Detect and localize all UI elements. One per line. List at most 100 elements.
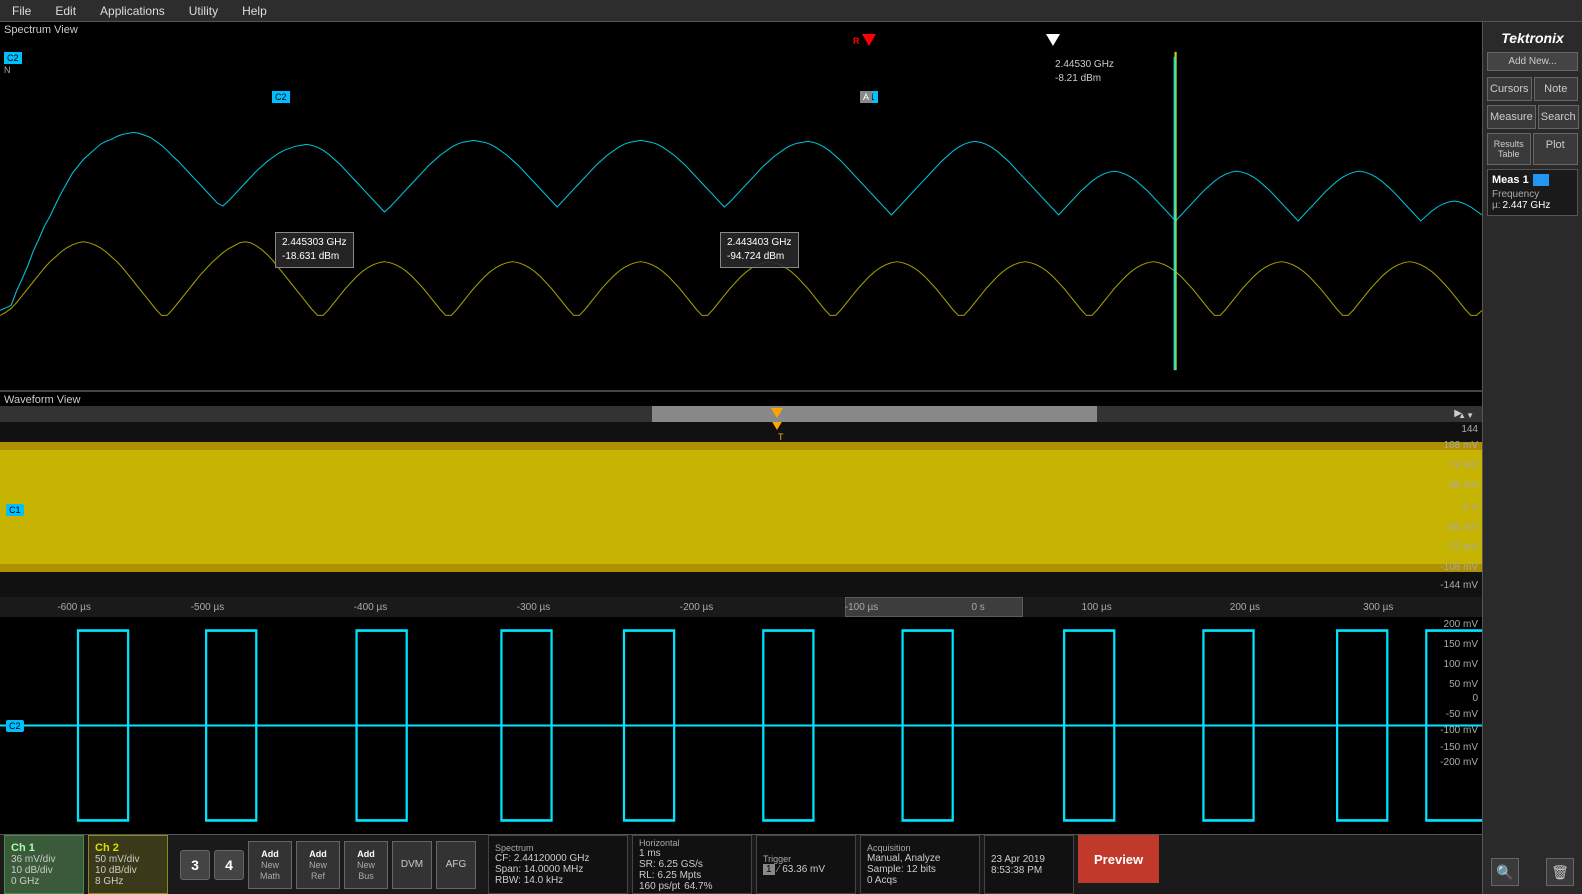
- ch1-val2: 10 dB/div: [11, 865, 77, 876]
- scroll-expand[interactable]: ▲▼: [1458, 411, 1474, 420]
- cursors-button[interactable]: Cursors: [1487, 77, 1532, 101]
- marker-R-power: -8.21 dBm: [1055, 73, 1101, 84]
- note-button[interactable]: Note: [1534, 77, 1578, 101]
- meas1-mu-label: µ:: [1492, 200, 1501, 211]
- wf-C2-channel-label: C2: [6, 720, 24, 732]
- wf-trigger-T-marker: [771, 422, 783, 430]
- num-btn-3[interactable]: 3: [180, 850, 210, 880]
- trigger-status: Trigger 1 ⁄ 63.36 mV: [756, 835, 856, 894]
- wf-upper-y5: 0 V: [1463, 502, 1478, 513]
- search-button[interactable]: Search: [1538, 105, 1579, 129]
- search-icon-btn[interactable]: 🔍: [1491, 858, 1519, 886]
- time-label-9: 300 µs: [1363, 602, 1393, 613]
- status-bar: Ch 1 36 mV/div 10 dB/div 0 GHz Ch 2 50 m…: [0, 834, 1482, 894]
- meas1-value: 2.447 GHz: [1503, 200, 1551, 211]
- wf-lower-y1: 200 mV: [1444, 619, 1478, 630]
- trash-icon: 🗑: [1551, 864, 1569, 881]
- trigger-ch-indicator: 1: [763, 864, 775, 875]
- spectrum-label: Spectrum: [495, 843, 621, 853]
- menu-help[interactable]: Help: [238, 2, 271, 20]
- waveform-view: Waveform View ▶ ▲▼ T: [0, 392, 1482, 834]
- meas1-header: Meas 1: [1492, 174, 1573, 186]
- wf-upper-panel: T C1 144 108 mV 72 mV 36 mV 0 V: [0, 422, 1482, 597]
- trigger-marker-white: [1046, 34, 1060, 46]
- scrollbar-thumb[interactable]: [652, 406, 1097, 422]
- time-label-7: 100 µs: [1082, 602, 1112, 613]
- ch2-status: Ch 2 50 mV/div 10 dB/div 8 GHz: [88, 835, 168, 894]
- wf-lower-y9: -200 mV: [1440, 757, 1478, 768]
- brand-name: Tektronix: [1487, 26, 1578, 48]
- content-area: Spectrum View -5 dBm -15 dBm -25 dBm -35…: [0, 22, 1482, 894]
- horizontal-time: 1 ms: [639, 848, 745, 859]
- ch2-val2: 10 dB/div: [95, 865, 161, 876]
- cursors-note-pair: Cursors Note: [1487, 77, 1578, 101]
- plot-button[interactable]: Plot: [1533, 133, 1579, 165]
- results-plot-pair: ResultsTable Plot: [1487, 133, 1578, 165]
- ch2-val1: 50 mV/div: [95, 854, 161, 865]
- marker-R-freq: 2.44530 GHz: [1055, 59, 1114, 70]
- spectrum-view-title: Spectrum View: [4, 24, 78, 36]
- wf-upper-y1: 144: [1461, 424, 1478, 435]
- time-label-3: -400 µs: [354, 602, 388, 613]
- wf-lower-y7: -100 mV: [1440, 725, 1478, 736]
- cursor-B-C2-label: C2: [272, 91, 290, 103]
- results-table-button[interactable]: ResultsTable: [1487, 133, 1531, 165]
- wf-lower-y3: 100 mV: [1444, 659, 1478, 670]
- wf-upper-y8: -108 mV: [1440, 562, 1478, 573]
- acquisition-sample: Sample: 12 bits: [867, 864, 973, 875]
- wf-lower-y5: 0: [1472, 693, 1478, 704]
- num-btn-4[interactable]: 4: [214, 850, 244, 880]
- waveform-scrollbar[interactable]: ▶ ▲▼: [0, 406, 1482, 422]
- scrollbar-trigger-marker: [771, 408, 783, 418]
- acquisition-mode: Manual, Analyze: [867, 853, 973, 864]
- sidebar-bottom-icons: 🔍 🗑: [1487, 854, 1578, 890]
- trash-icon-btn[interactable]: 🗑: [1546, 858, 1574, 886]
- datetime-status: 23 Apr 2019 8:53:38 PM: [984, 835, 1074, 894]
- menu-bar: File Edit Applications Utility Help: [0, 0, 1582, 22]
- acquisition-status: Acquisition Manual, Analyze Sample: 12 b…: [860, 835, 980, 894]
- wf-upper-y7: -72 mV: [1446, 542, 1478, 553]
- horizontal-label: Horizontal: [639, 838, 745, 848]
- menu-utility[interactable]: Utility: [185, 2, 222, 20]
- acquisition-label: Acquisition: [867, 843, 973, 853]
- ch1-status: Ch 1 36 mV/div 10 dB/div 0 GHz: [4, 835, 84, 894]
- wf-lower-y2: 150 mV: [1444, 639, 1478, 650]
- add-ref-btn[interactable]: Add New Ref: [296, 841, 340, 889]
- wf-timescale: -600 µs -500 µs -400 µs -300 µs -200 µs …: [0, 597, 1482, 617]
- measure-search-pair: Measure Search: [1487, 105, 1578, 129]
- cursor-A-label: A: [860, 91, 872, 103]
- add-bus-btn[interactable]: Add New Bus: [344, 841, 388, 889]
- menu-edit[interactable]: Edit: [51, 2, 80, 20]
- preview-button[interactable]: Preview: [1078, 835, 1159, 883]
- menu-applications[interactable]: Applications: [96, 2, 169, 20]
- dvm-btn[interactable]: DVM: [392, 841, 432, 889]
- wf-lower-panel: C2 200 mV 150 mV 100 mV 50 mV 0 -50 mV -…: [0, 617, 1482, 834]
- time-display: 8:53:38 PM: [991, 865, 1067, 876]
- waveform-view-title: Waveform View: [4, 394, 80, 406]
- time-label-1: -600 µs: [57, 602, 91, 613]
- measure-button[interactable]: Measure: [1487, 105, 1536, 129]
- ch1-val3: 0 GHz: [11, 876, 77, 887]
- meas1-color-indicator: [1533, 174, 1549, 186]
- horizontal-sr: SR: 6.25 GS/s: [639, 859, 745, 870]
- add-math-btn[interactable]: Add New Math: [248, 841, 292, 889]
- trigger-marker-R: [862, 34, 876, 46]
- trigger-slash: ⁄: [778, 864, 780, 875]
- wf-C1-channel-label: C1: [6, 504, 24, 516]
- ch2-val3: 8 GHz: [95, 876, 161, 887]
- horizontal-rl: RL: 6.25 Mpts: [639, 870, 745, 881]
- ch1-val1: 36 mV/div: [11, 854, 77, 865]
- menu-file[interactable]: File: [8, 2, 35, 20]
- time-label-2: -500 µs: [191, 602, 225, 613]
- add-new-button[interactable]: Add New...: [1487, 52, 1578, 71]
- spectrum-status: Spectrum CF: 2.44120000 GHz Span: 14.000…: [488, 835, 628, 894]
- ch-C2-indicator: C2: [4, 52, 22, 64]
- spectrum-waveform-svg: [0, 22, 1482, 390]
- wf-upper-y9: -144 mV: [1440, 580, 1478, 591]
- wf-lower-y4: 50 mV: [1449, 679, 1478, 690]
- time-label-4: -300 µs: [517, 602, 551, 613]
- wf-lower-y8: -150 mV: [1440, 742, 1478, 753]
- meas1-box: Meas 1 Frequency µ: 2.447 GHz: [1487, 169, 1578, 216]
- afg-btn[interactable]: AFG: [436, 841, 476, 889]
- main-layout: Spectrum View -5 dBm -15 dBm -25 dBm -35…: [0, 22, 1582, 894]
